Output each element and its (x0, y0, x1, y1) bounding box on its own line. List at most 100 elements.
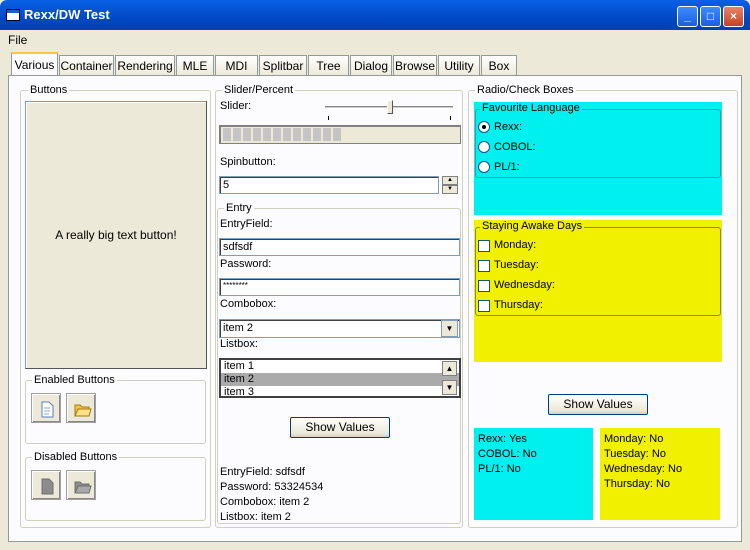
arrow-up-icon: ▲ (447, 177, 453, 183)
chevron-down-icon: ▼ (445, 324, 454, 333)
disabled-new-button (31, 470, 61, 500)
spin-down-button[interactable]: ▼ (442, 185, 458, 194)
disabled-open-button (66, 470, 96, 500)
check-tuesday-label: Tuesday: (494, 259, 539, 271)
tab-mdi[interactable]: MDI (215, 55, 258, 76)
tab-container[interactable]: Container (59, 55, 114, 76)
slider-label: Slider: (220, 100, 252, 112)
arrow-down-icon: ▼ (447, 186, 453, 192)
radio-pl1[interactable] (478, 161, 490, 173)
result-cobol: COBOL: No (478, 448, 537, 460)
minimize-icon: _ (684, 9, 691, 23)
show-values-button-2[interactable]: Show Values (548, 394, 648, 415)
close-icon: × (729, 9, 737, 23)
arrow-down-icon: ▼ (445, 383, 454, 392)
result-pl1: PL/1: No (478, 463, 521, 475)
app-window-icon (6, 9, 20, 21)
result-monday: Monday: No (604, 433, 664, 445)
listbox[interactable]: item 1 item 2 item 3 (219, 358, 461, 398)
readout-combobox: Combobox: item 2 (220, 496, 310, 508)
listbox-scroll-up[interactable]: ▲ (442, 361, 457, 376)
window-title: Rexx/DW Test (24, 7, 110, 22)
percent-bar (219, 125, 461, 144)
percent-segment (313, 128, 321, 141)
tab-utility[interactable]: Utility (438, 55, 480, 76)
tab-box[interactable]: Box (481, 55, 517, 76)
check-wednesday[interactable] (478, 280, 490, 292)
percent-segment (223, 128, 231, 141)
tab-browse[interactable]: Browse (393, 55, 437, 76)
percent-segment (333, 128, 341, 141)
readout-listbox: Listbox: item 2 (220, 511, 291, 523)
maximize-button[interactable]: □ (700, 6, 721, 27)
enabled-open-button[interactable] (66, 393, 96, 423)
tab-mle[interactable]: MLE (176, 55, 214, 76)
open-folder-icon (74, 404, 92, 417)
tab-tree[interactable]: Tree (308, 55, 349, 76)
radio-pl1-label: PL/1: (494, 161, 520, 173)
spin-up-button[interactable]: ▲ (442, 176, 458, 185)
tab-dialog[interactable]: Dialog (350, 55, 392, 76)
listbox-item-selected[interactable]: item 2 (221, 373, 459, 386)
listbox-scroll-down[interactable]: ▼ (442, 380, 457, 395)
slider-tick (328, 116, 329, 120)
check-monday-label: Monday: (494, 239, 537, 251)
percent-segment (233, 128, 241, 141)
percent-segment (283, 128, 291, 141)
spinbutton-input[interactable]: 5 (219, 176, 439, 194)
percent-segment (323, 128, 331, 141)
new-file-icon (41, 401, 54, 418)
check-thursday[interactable] (478, 300, 490, 312)
entryfield-input[interactable]: sdfsdf (219, 238, 460, 256)
open-folder-icon (74, 481, 92, 494)
combobox-input[interactable]: item 2 (219, 319, 460, 338)
radio-cobol[interactable] (478, 141, 490, 153)
result-tuesday: Tuesday: No (604, 448, 666, 460)
check-thursday-label: Thursday: (494, 299, 543, 311)
entry-group-label: Entry (224, 202, 254, 214)
radio-rexx-label: Rexx: (494, 121, 523, 133)
slider-percent-label: Slider/Percent (222, 84, 296, 96)
entryfield-label: EntryField: (220, 218, 273, 230)
arrow-up-icon: ▲ (445, 364, 454, 373)
percent-segment (253, 128, 261, 141)
listbox-item[interactable]: item 1 (221, 360, 459, 373)
tab-rendering[interactable]: Rendering (115, 55, 175, 76)
big-text-button[interactable]: A really big text button! (25, 101, 207, 369)
readout-password: Password: 53324534 (220, 481, 324, 493)
check-monday[interactable] (478, 240, 490, 252)
enabled-new-button[interactable] (31, 393, 61, 423)
days-group-label: Staying Awake Days (480, 220, 585, 232)
percent-segment (273, 128, 281, 141)
result-thursday: Thursday: No (604, 478, 671, 490)
menu-bar (4, 30, 746, 48)
password-label: Password: (220, 258, 272, 270)
radio-check-label: Radio/Check Boxes (475, 84, 576, 96)
tab-various[interactable]: Various (11, 52, 58, 76)
language-results: Rexx: Yes COBOL: No PL/1: No (474, 428, 593, 520)
minimize-button[interactable]: _ (677, 6, 698, 27)
menu-file[interactable]: File (8, 33, 27, 47)
title-bar[interactable] (0, 0, 750, 30)
disabled-buttons-label: Disabled Buttons (32, 451, 120, 463)
percent-segment (293, 128, 301, 141)
listbox-item[interactable]: item 3 (221, 386, 459, 396)
slider-thumb[interactable] (387, 100, 393, 114)
listbox-label: Listbox: (220, 338, 258, 350)
new-file-icon (41, 478, 54, 495)
close-button[interactable]: × (723, 6, 744, 27)
password-input[interactable]: ******** (219, 278, 460, 296)
check-tuesday[interactable] (478, 260, 490, 272)
maximize-icon: □ (706, 9, 715, 23)
readout-entryfield: EntryField: sdfsdf (220, 466, 305, 478)
tab-splitbar[interactable]: Splitbar (259, 55, 307, 76)
buttons-group-label: Buttons (28, 84, 70, 96)
combobox-dropdown-button[interactable]: ▼ (441, 320, 458, 337)
radio-rexx[interactable] (478, 121, 490, 133)
result-rexx: Rexx: Yes (478, 433, 527, 445)
show-values-button[interactable]: Show Values (290, 417, 390, 438)
language-group-label: Favourite Language (480, 102, 582, 114)
enabled-buttons-label: Enabled Buttons (32, 374, 117, 386)
percent-segment (243, 128, 251, 141)
check-wednesday-label: Wednesday: (494, 279, 555, 291)
